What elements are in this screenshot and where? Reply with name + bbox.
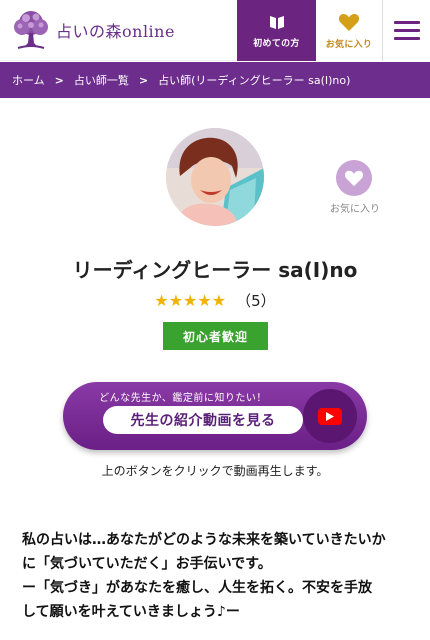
youtube-play-icon bbox=[318, 407, 342, 425]
logo-text: 占いの森online bbox=[56, 22, 175, 41]
menu-button[interactable] bbox=[382, 0, 430, 61]
star-rating-icons: ★★★★★ bbox=[154, 291, 227, 310]
play-button[interactable] bbox=[303, 389, 357, 443]
add-favorite-button[interactable] bbox=[336, 160, 372, 196]
tree-logo-icon bbox=[14, 11, 48, 49]
site-logo[interactable]: 占いの森online bbox=[10, 8, 175, 52]
heart-icon bbox=[344, 170, 364, 187]
intro-line: ー「気づき」があなたを癒し、人生を拓く。不安を手放 bbox=[22, 580, 372, 596]
breadcrumb: ホーム > 占い師一覧 > 占い師(リーディングヒーラー sa(I)no) bbox=[0, 62, 430, 98]
intro-line: して願いを叶えていきましょう♪ー bbox=[22, 604, 240, 620]
hamburger-icon bbox=[393, 16, 420, 45]
intro-video-button[interactable]: どんな先生か、鑑定前に知りたい！ 先生の紹介動画を見る bbox=[63, 382, 367, 450]
intro-line: に「気づいていただく」お手伝いです。 bbox=[22, 556, 272, 572]
breadcrumb-separator: > bbox=[54, 73, 64, 87]
beginner-welcome-badge: 初心者歓迎 bbox=[163, 322, 268, 350]
favorites-header-button[interactable]: お気に入り bbox=[316, 0, 382, 61]
video-note: 上のボタンをクリックで動画再生します。 bbox=[101, 464, 329, 478]
favorites-header-label: お気に入り bbox=[325, 39, 373, 50]
book-icon bbox=[269, 15, 284, 29]
site-header: 占いの森online 初めての方 お気に入り bbox=[0, 0, 430, 61]
beginner-guide-button[interactable]: 初めての方 bbox=[237, 0, 316, 61]
beginner-guide-label: 初めての方 bbox=[253, 38, 300, 49]
review-count[interactable]: （5） bbox=[236, 292, 276, 310]
avatar-photo bbox=[166, 128, 264, 226]
breadcrumb-list[interactable]: 占い師一覧 bbox=[74, 72, 129, 88]
fortune-teller-name: リーディングヒーラー sa(I)no bbox=[72, 258, 358, 282]
breadcrumb-separator: > bbox=[138, 73, 149, 87]
breadcrumb-current: 占い師(リーディングヒーラー sa(I)no) bbox=[158, 74, 351, 87]
video-button-label: 先生の紹介動画を見る bbox=[103, 406, 303, 434]
intro-line: 私の占いは…あなたがどのような未来を築いていきたいか bbox=[22, 532, 386, 548]
heart-icon bbox=[338, 13, 360, 31]
fortune-teller-avatar bbox=[166, 128, 264, 226]
fortune-teller-introduction: 私の占いは…あなたがどのような未来を築いていきたいか に「気づいていただく」お手… bbox=[22, 528, 418, 624]
rating: ★★★★★ （5） bbox=[0, 290, 430, 311]
add-favorite-label: お気に入り bbox=[330, 204, 380, 215]
breadcrumb-home[interactable]: ホーム bbox=[12, 72, 45, 88]
video-caption: どんな先生か、鑑定前に知りたい！ bbox=[99, 393, 267, 404]
